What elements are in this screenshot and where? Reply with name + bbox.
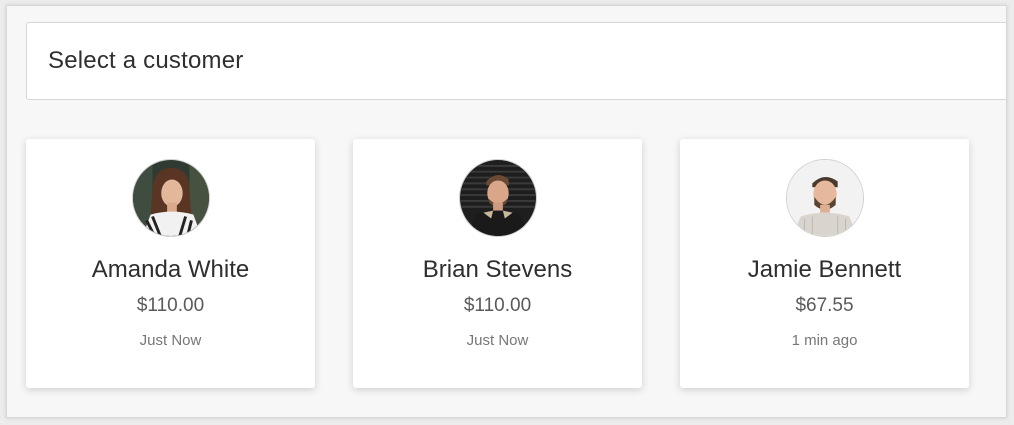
customer-amount: $67.55 [795, 295, 854, 316]
avatar [458, 159, 537, 237]
customer-timestamp: 1 min ago [791, 332, 858, 349]
customer-panel: Select a customer Amanda White $110.00 J… [6, 5, 1007, 418]
customer-card-amanda-white[interactable]: Amanda White $110.00 Just Now [26, 139, 315, 388]
customer-card-brian-stevens[interactable]: Brian Stevens $110.00 Just Now [353, 139, 642, 388]
customer-timestamp: Just Now [139, 332, 202, 349]
customer-card-jamie-bennett[interactable]: Jamie Bennett $67.55 1 min ago [680, 139, 969, 388]
avatar [131, 159, 210, 237]
avatar-photo-amanda [132, 160, 209, 236]
customer-timestamp: Just Now [466, 332, 529, 349]
customer-name: Jamie Bennett [747, 256, 902, 283]
avatar-photo-brian [459, 160, 536, 236]
avatar-photo-jamie [786, 160, 863, 236]
customer-amount: $110.00 [136, 295, 205, 316]
avatar [785, 159, 864, 237]
customer-amount: $110.00 [463, 295, 532, 316]
customer-select[interactable]: Select a customer [26, 22, 1006, 100]
customer-select-placeholder: Select a customer [48, 47, 244, 74]
customer-name: Amanda White [91, 256, 250, 283]
customer-name: Brian Stevens [422, 256, 573, 283]
